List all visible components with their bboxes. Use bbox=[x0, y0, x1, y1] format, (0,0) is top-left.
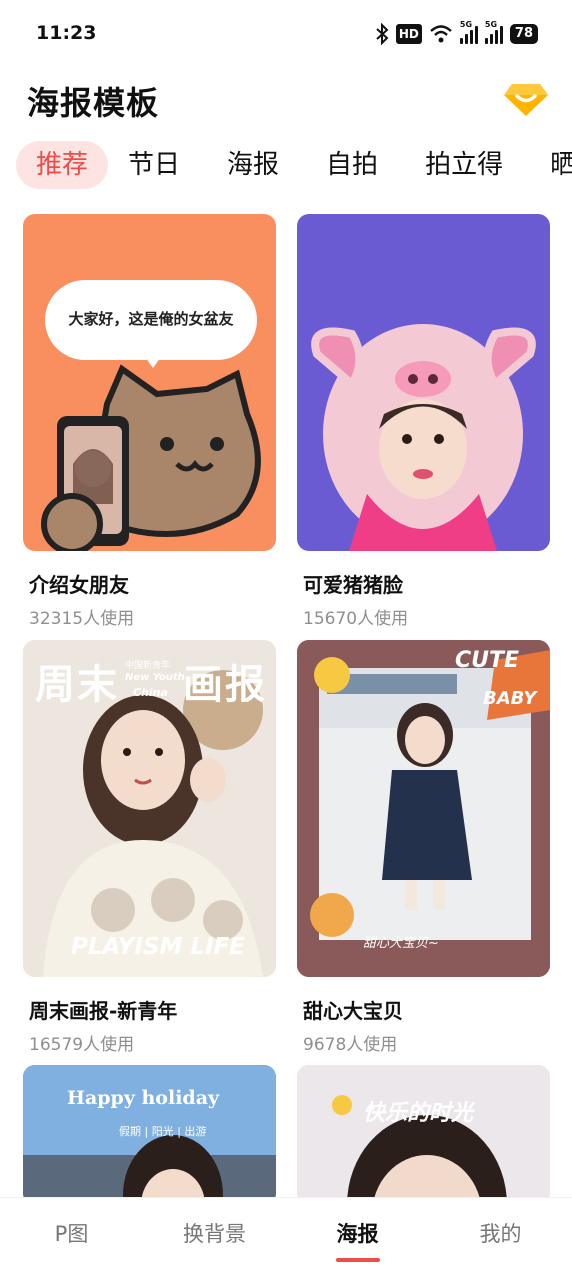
poster-headline-right: 画报 bbox=[183, 662, 267, 708]
template-thumbnail[interactable]: 快乐的时光 bbox=[297, 1065, 550, 1205]
template-thumbnail[interactable]: 大家好，这是俺的女盆友 bbox=[23, 214, 276, 551]
active-tab-indicator bbox=[335, 1258, 380, 1262]
bluetooth-icon bbox=[375, 22, 389, 46]
tab-baby[interactable]: 晒娃 bbox=[550, 141, 572, 189]
cat-illustration bbox=[41, 364, 261, 551]
template-usage-count: 16579人使用 bbox=[29, 1035, 135, 1055]
template-thumbnail[interactable]: Happy holiday 假期 | 阳光 | 出游 bbox=[23, 1065, 276, 1205]
nav-profile[interactable]: 我的 bbox=[429, 1198, 572, 1279]
holiday-headline: Happy holiday bbox=[67, 1087, 220, 1109]
poster-subtitle: 中国新青年 bbox=[125, 661, 171, 671]
signal-icon: 5G bbox=[459, 20, 478, 44]
template-usage-count: 15670人使用 bbox=[303, 609, 409, 629]
hd-icon: HD bbox=[395, 24, 422, 44]
pig-costume-photo bbox=[311, 324, 536, 551]
template-title: 周末画报-新青年 bbox=[29, 999, 178, 1023]
template-card[interactable]: 快乐的时光 bbox=[297, 1065, 550, 1205]
bubble-text: 大家好，这是俺的女盆友 bbox=[68, 310, 234, 328]
template-usage-count: 32315人使用 bbox=[29, 609, 135, 629]
wifi-icon bbox=[429, 22, 453, 46]
tab-festival[interactable]: 节日 bbox=[128, 141, 180, 189]
template-card[interactable]: 可爱猪猪脸 15670人使用 bbox=[297, 214, 550, 629]
template-thumbnail[interactable] bbox=[297, 214, 550, 551]
template-thumbnail[interactable]: CUTE BABY 甜心大宝贝~ bbox=[297, 640, 550, 977]
baby-label: BABY bbox=[483, 688, 537, 709]
template-card[interactable]: Happy holiday 假期 | 阳光 | 出游 bbox=[23, 1065, 276, 1205]
page-title: 海报模板 bbox=[27, 84, 160, 122]
bottom-navigation: P图 换背景 海报 我的 bbox=[0, 1197, 572, 1279]
status-bar: 11:23 HD 5G 5G 78 bbox=[0, 0, 572, 68]
template-title: 介绍女朋友 bbox=[29, 573, 129, 597]
tab-poster[interactable]: 海报 bbox=[227, 141, 279, 189]
poster-subtitle-en: New Youth bbox=[125, 672, 185, 683]
diamond-vip-icon[interactable] bbox=[503, 74, 549, 120]
nav-poster-label: 海报 bbox=[336, 1222, 379, 1246]
nav-change-background[interactable]: 换背景 bbox=[143, 1198, 286, 1279]
happy-time-headline: 快乐的时光 bbox=[363, 1101, 474, 1126]
template-usage-count: 9678人使用 bbox=[303, 1035, 398, 1055]
holiday-subtitle: 假期 | 阳光 | 出游 bbox=[119, 1125, 207, 1138]
category-tabs: 推荐 节日 海报 自拍 拍立得 晒娃 bbox=[16, 141, 572, 189]
tab-selfie[interactable]: 自拍 bbox=[326, 141, 378, 189]
tab-recommend[interactable]: 推荐 bbox=[16, 141, 109, 189]
tab-polaroid[interactable]: 拍立得 bbox=[425, 141, 503, 189]
cute-label: CUTE bbox=[455, 648, 520, 673]
template-title: 甜心大宝贝 bbox=[303, 999, 403, 1023]
poster-footer-text: PLAYISM LIFE bbox=[71, 934, 245, 960]
poster-headline-left: 周末 bbox=[35, 662, 119, 708]
template-card[interactable]: 大家好，这是俺的女盆友 介绍女朋友 32315人使用 bbox=[23, 214, 276, 629]
poster-subtitle-en-2: China bbox=[133, 686, 168, 699]
template-thumbnail[interactable]: 周末 画报 中国新青年 New Youth China PLAYISM LIFE bbox=[23, 640, 276, 977]
frame-caption: 甜心大宝贝~ bbox=[363, 936, 439, 951]
template-card[interactable]: 周末 画报 中国新青年 New Youth China PLAYISM LIFE… bbox=[23, 640, 276, 1055]
nav-photo-edit[interactable]: P图 bbox=[0, 1198, 143, 1279]
battery-icon: 78 bbox=[509, 24, 538, 44]
template-title: 可爱猪猪脸 bbox=[303, 573, 403, 597]
signal-icon: 5G bbox=[484, 20, 503, 44]
nav-poster[interactable]: 海报 bbox=[286, 1198, 429, 1279]
status-time: 11:23 bbox=[36, 22, 97, 44]
status-icons: HD 5G 5G 78 bbox=[375, 20, 538, 48]
template-card[interactable]: CUTE BABY 甜心大宝贝~ 甜心大宝贝 9678人使用 bbox=[297, 640, 550, 1055]
